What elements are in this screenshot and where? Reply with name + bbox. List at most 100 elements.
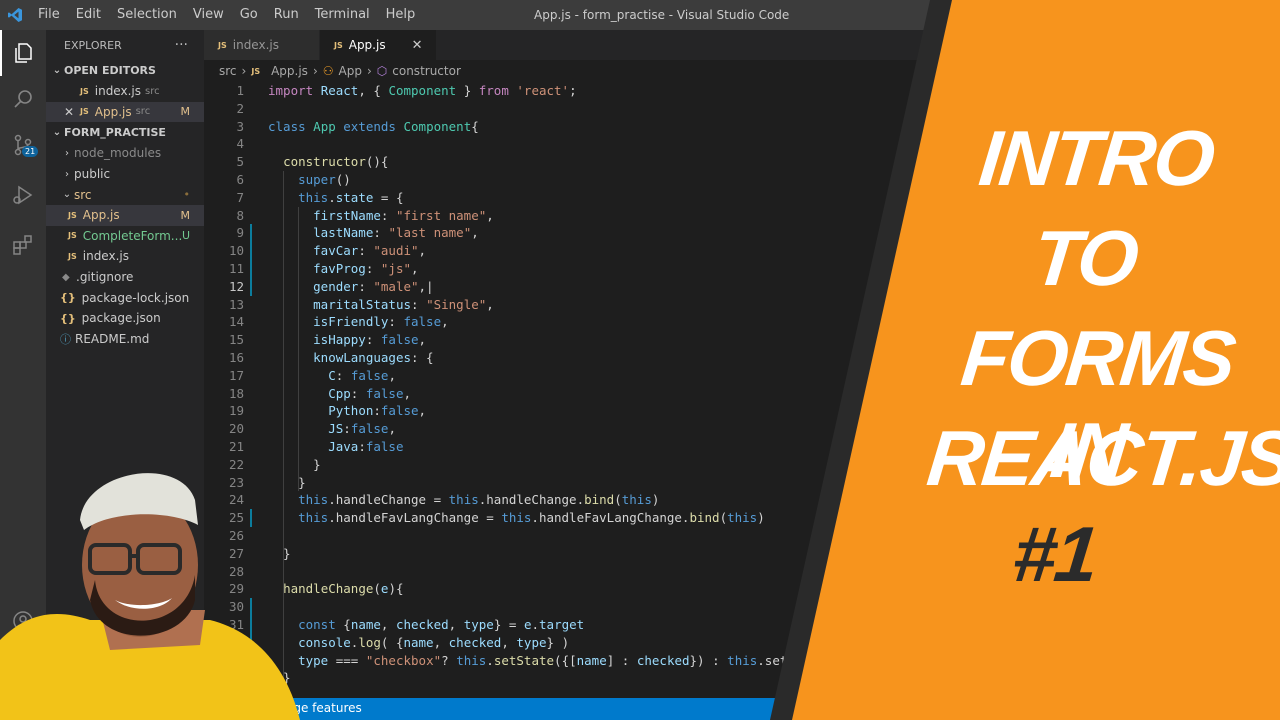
js-file-icon: JS: [80, 107, 89, 117]
search-icon[interactable]: [0, 76, 46, 122]
code-line[interactable]: 29 handleChange(e){: [204, 580, 1280, 598]
line-number: 20: [228, 421, 244, 437]
close-icon[interactable]: ✕: [412, 38, 423, 53]
line-number: 21: [228, 439, 244, 454]
code-line[interactable]: 32 console.log( {name, checked, type} ): [204, 634, 1280, 652]
code-text: type === "checkbox"? this.setState({[nam…: [298, 652, 810, 668]
tree-item-src[interactable]: ⌄ src •: [46, 184, 204, 205]
explorer-title: EXPLORER: [64, 38, 122, 52]
tree-item-package-json[interactable]: {} package.json: [46, 308, 204, 329]
line-number: 8: [236, 207, 244, 223]
indent-guide: [298, 206, 299, 492]
code-line[interactable]: 30: [204, 598, 1280, 616]
line-number: 9: [236, 225, 244, 241]
open-editor-item[interactable]: JS index.js src: [46, 81, 204, 102]
menu-view[interactable]: View: [185, 0, 232, 30]
chevron-down-icon: ⌄: [52, 65, 62, 76]
open-editor-name: index.js: [94, 84, 141, 99]
code-text: gender: "male",|: [313, 278, 434, 294]
tree-item-readme[interactable]: ⓘ README.md: [46, 329, 204, 350]
line-number: 17: [228, 367, 244, 383]
js-file-icon: JS: [218, 40, 227, 50]
code-text: const {name, checked, type} = e.target: [298, 617, 585, 632]
tree-item-index-js[interactable]: JS index.js: [46, 246, 204, 267]
tree-item-node-modules[interactable]: › node_modules: [46, 143, 204, 164]
js-file-icon: JS: [68, 210, 77, 220]
project-label: FORM_PRACTISE: [64, 126, 166, 140]
project-section[interactable]: ⌄ FORM_PRACTISE: [46, 122, 204, 143]
breadcrumb-item[interactable]: src: [219, 64, 237, 78]
line-number: 16: [228, 350, 244, 365]
banner-line-2: TO: [1028, 214, 1142, 302]
tab-index-js[interactable]: JS index.js: [204, 30, 320, 60]
tree-item-public[interactable]: › public: [46, 164, 204, 185]
code-line[interactable]: 28: [204, 563, 1280, 581]
menu-run[interactable]: Run: [266, 0, 307, 30]
chevron-right-icon: ›: [65, 147, 69, 159]
code-line[interactable]: 33 type === "checkbox"? this.setState({[…: [204, 652, 1280, 670]
tree-item-label: index.js: [82, 249, 129, 264]
tab-label: App.js: [348, 38, 386, 52]
code-text: import React, { Component } from 'react'…: [268, 83, 577, 98]
code-text: this.handleFavLangChange = this.handleFa…: [298, 510, 765, 526]
menu-edit[interactable]: Edit: [68, 0, 109, 30]
extensions-icon[interactable]: [0, 222, 46, 268]
untracked-badge: U: [181, 229, 190, 243]
run-debug-icon[interactable]: [0, 172, 46, 218]
window-title: App.js - form_practise - Visual Studio C…: [534, 8, 790, 22]
code-text: favProg: "js",: [313, 261, 419, 276]
source-control-icon[interactable]: 21: [0, 122, 46, 168]
open-editor-item[interactable]: ✕ JS App.js src M: [46, 101, 204, 123]
tree-item-completeform[interactable]: JS CompleteForm... U: [46, 226, 204, 247]
js-file-icon: JS: [68, 231, 77, 241]
menu-terminal[interactable]: Terminal: [307, 0, 378, 30]
close-icon[interactable]: ✕: [64, 105, 80, 119]
line-number: 11: [228, 261, 244, 276]
tree-item-gitignore[interactable]: ◆ .gitignore: [46, 267, 204, 288]
breadcrumb-item[interactable]: constructor: [392, 64, 461, 78]
code-line[interactable]: 26: [204, 527, 1280, 545]
code-line[interactable]: 25 this.handleFavLangChange = this.handl…: [204, 509, 1280, 527]
code-line[interactable]: 1 import React, { Component } from 'react…: [204, 82, 1280, 100]
tree-item-label: package.json: [81, 311, 161, 326]
code-line[interactable]: 27 }: [204, 545, 1280, 563]
method-symbol-icon: ⬡: [376, 64, 388, 78]
code-text: Python:false,: [328, 403, 427, 419]
open-editors-section[interactable]: ⌄ OPEN EDITORS: [46, 60, 204, 81]
explorer-more-button[interactable]: ···: [175, 37, 188, 53]
tab-app-js[interactable]: JS App.js ✕: [319, 30, 438, 60]
chevron-right-icon: ›: [241, 64, 247, 78]
js-file-icon: JS: [68, 251, 77, 261]
code-line[interactable]: 34 }: [204, 669, 1280, 687]
line-number: 18: [228, 385, 244, 401]
menu-file[interactable]: File: [30, 0, 68, 30]
tree-item-package-lock[interactable]: {} package-lock.json: [46, 287, 204, 308]
editor-tabs: JS index.js JS App.js ✕: [204, 30, 1280, 60]
tree-item-app-js[interactable]: JS App.js M: [46, 204, 204, 226]
line-number: 13: [228, 296, 244, 312]
json-file-icon: {}: [60, 291, 76, 305]
menu-help[interactable]: Help: [378, 0, 424, 30]
menu-go[interactable]: Go: [232, 0, 266, 30]
code-text: Java:false: [328, 439, 404, 454]
breadcrumb-item[interactable]: App: [339, 64, 362, 78]
code-text: class App extends Component{: [268, 118, 479, 134]
explorer-icon[interactable]: [0, 30, 46, 76]
scm-badge: 21: [22, 146, 39, 157]
banner-line-4: REACT.JS: [923, 414, 1280, 502]
breadcrumb-item[interactable]: App.js: [271, 64, 308, 78]
js-file-icon: JS: [80, 86, 89, 96]
code-text: favCar: "audi",: [313, 243, 427, 259]
tree-item-label: public: [74, 167, 111, 182]
open-editor-name: App.js: [94, 104, 132, 119]
line-number: 3: [236, 118, 244, 134]
code-text: isHappy: false,: [313, 332, 427, 348]
presenter-webcam-image: [0, 473, 300, 720]
gitignore-file-icon: ◆: [62, 271, 70, 283]
line-number: 10: [228, 243, 244, 259]
code-text: this.state = {: [298, 189, 404, 205]
menu-selection[interactable]: Selection: [109, 0, 185, 30]
tree-item-label: src: [74, 187, 92, 202]
code-line[interactable]: 31 const {name, checked, type} = e.targe…: [204, 616, 1280, 634]
tree-item-label: CompleteForm...: [82, 228, 183, 243]
